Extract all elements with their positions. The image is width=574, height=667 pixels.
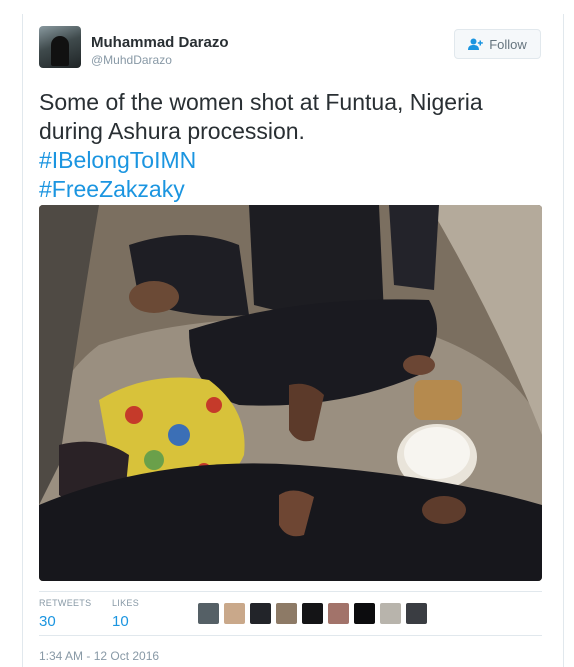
tweet-text-line: during Ashura procession. (39, 118, 305, 144)
liker-avatar[interactable] (354, 603, 375, 624)
add-user-icon (468, 38, 484, 51)
author-avatar[interactable] (39, 26, 81, 68)
stats-divider-bottom (39, 635, 542, 636)
liker-avatar[interactable] (250, 603, 271, 624)
liker-avatar[interactable] (276, 603, 297, 624)
liker-avatar[interactable] (380, 603, 401, 624)
photo-illustration (39, 205, 542, 581)
follow-button[interactable]: Follow (454, 29, 541, 59)
avatar-figure (51, 36, 69, 66)
tweet-text-line: Some of the women shot at Funtua, Nigeri… (39, 89, 483, 115)
hashtag-link[interactable]: #FreeZakzaky (39, 175, 544, 204)
liker-avatars (198, 603, 427, 624)
tweet-timestamp[interactable]: 1:34 AM - 12 Oct 2016 (39, 649, 159, 663)
stats-divider-top (39, 591, 542, 592)
retweets-stat[interactable]: RETWEETS 30 (39, 598, 91, 630)
tweet-photo[interactable] (39, 205, 542, 581)
author-handle[interactable]: @MuhdDarazo (91, 53, 172, 67)
liker-avatar[interactable] (224, 603, 245, 624)
likes-count: 10 (112, 613, 129, 630)
liker-avatar[interactable] (328, 603, 349, 624)
liker-avatar[interactable] (198, 603, 219, 624)
tweet-text: Some of the women shot at Funtua, Nigeri… (39, 88, 544, 204)
likes-label: LIKES (112, 598, 140, 608)
tweet-card: Muhammad Darazo @MuhdDarazo Follow Some … (22, 14, 564, 667)
retweets-label: RETWEETS (39, 598, 92, 608)
follow-label: Follow (489, 36, 527, 52)
likes-stat[interactable]: LIKES 10 (112, 598, 139, 630)
liker-avatar[interactable] (406, 603, 427, 624)
retweets-count: 30 (39, 613, 56, 630)
hashtag-link[interactable]: #IBelongToIMN (39, 146, 544, 175)
liker-avatar[interactable] (302, 603, 323, 624)
author-name[interactable]: Muhammad Darazo (91, 34, 229, 51)
